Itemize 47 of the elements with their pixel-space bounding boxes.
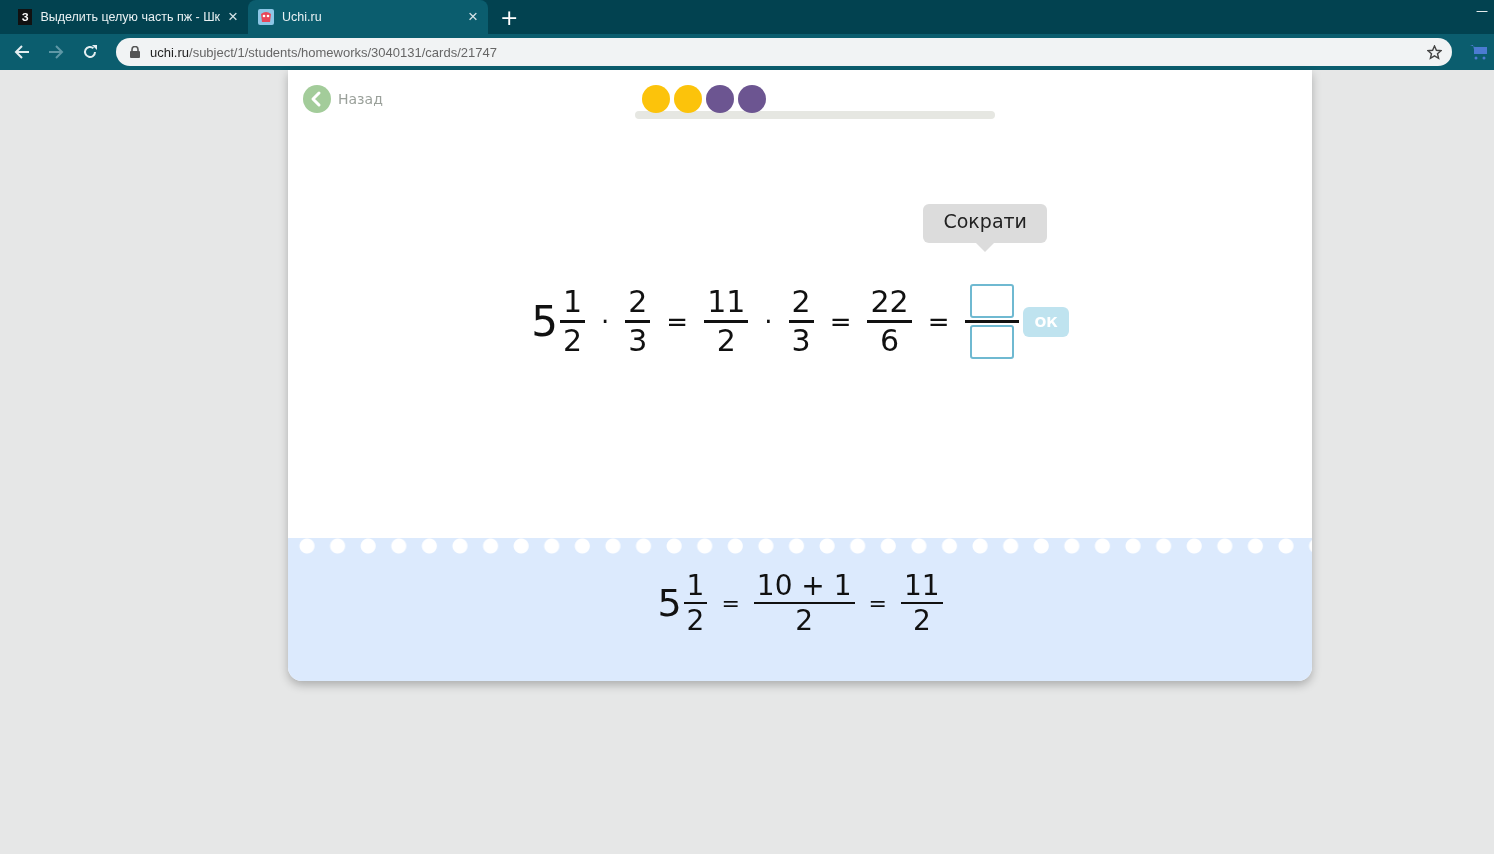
numerator: 1 xyxy=(561,284,583,320)
operator: · xyxy=(764,306,773,337)
numerator: 11 xyxy=(706,284,747,320)
operator: = xyxy=(927,306,950,337)
whole-number: 5 xyxy=(657,581,682,625)
close-tab-button[interactable]: × xyxy=(468,7,478,27)
numerator: 2 xyxy=(790,284,812,320)
operator: = xyxy=(868,590,887,616)
numerator: 1 xyxy=(685,569,706,602)
browser-tab[interactable]: Uchi.ru × xyxy=(248,0,488,34)
denominator: 3 xyxy=(790,323,812,359)
denominator: 2 xyxy=(911,604,932,637)
minimize-button[interactable]: — xyxy=(1476,4,1488,18)
url-text: uchi.ru/subject/1/students/homeworks/3040131/cards/21747 xyxy=(150,44,498,60)
operator: = xyxy=(666,306,689,337)
close-tab-button[interactable]: × xyxy=(228,7,238,27)
whole-number: 5 xyxy=(531,297,558,346)
back-arrow-icon[interactable] xyxy=(14,44,30,60)
numerator: 22 xyxy=(869,284,910,320)
hint-tooltip: Сократи xyxy=(923,204,1047,252)
numerator-input[interactable] xyxy=(970,284,1015,318)
favicon: З xyxy=(18,9,33,25)
denominator: 3 xyxy=(627,323,649,359)
denominator: 6 xyxy=(879,323,901,359)
tab-title: Выделить целую часть пж - Шк xyxy=(40,10,221,24)
cart-icon[interactable] xyxy=(1470,44,1488,60)
operator: · xyxy=(601,306,610,337)
star-icon[interactable] xyxy=(1427,44,1442,60)
operator: = xyxy=(721,590,740,616)
new-tab-button[interactable]: + xyxy=(500,5,519,30)
denominator: 2 xyxy=(685,604,706,637)
browser-tab[interactable]: З Выделить целую часть пж - Шк × xyxy=(8,0,248,34)
denominator-input[interactable] xyxy=(970,325,1015,359)
denominator: 2 xyxy=(561,323,583,359)
numerator: 11 xyxy=(903,569,941,602)
denominator: 2 xyxy=(715,323,737,359)
forward-arrow-icon[interactable] xyxy=(48,44,64,60)
denominator: 2 xyxy=(794,604,815,637)
operator: = xyxy=(829,306,852,337)
chevron-left-icon xyxy=(303,85,331,113)
tab-title: Uchi.ru xyxy=(282,10,323,24)
favicon xyxy=(258,9,274,25)
numerator: 2 xyxy=(627,284,649,320)
reload-icon[interactable] xyxy=(82,44,98,60)
lock-icon xyxy=(130,46,140,58)
numerator: 10 + 1 xyxy=(755,569,853,602)
address-bar[interactable]: uchi.ru/subject/1/students/homeworks/3040131/cards/21747 xyxy=(116,38,1452,66)
